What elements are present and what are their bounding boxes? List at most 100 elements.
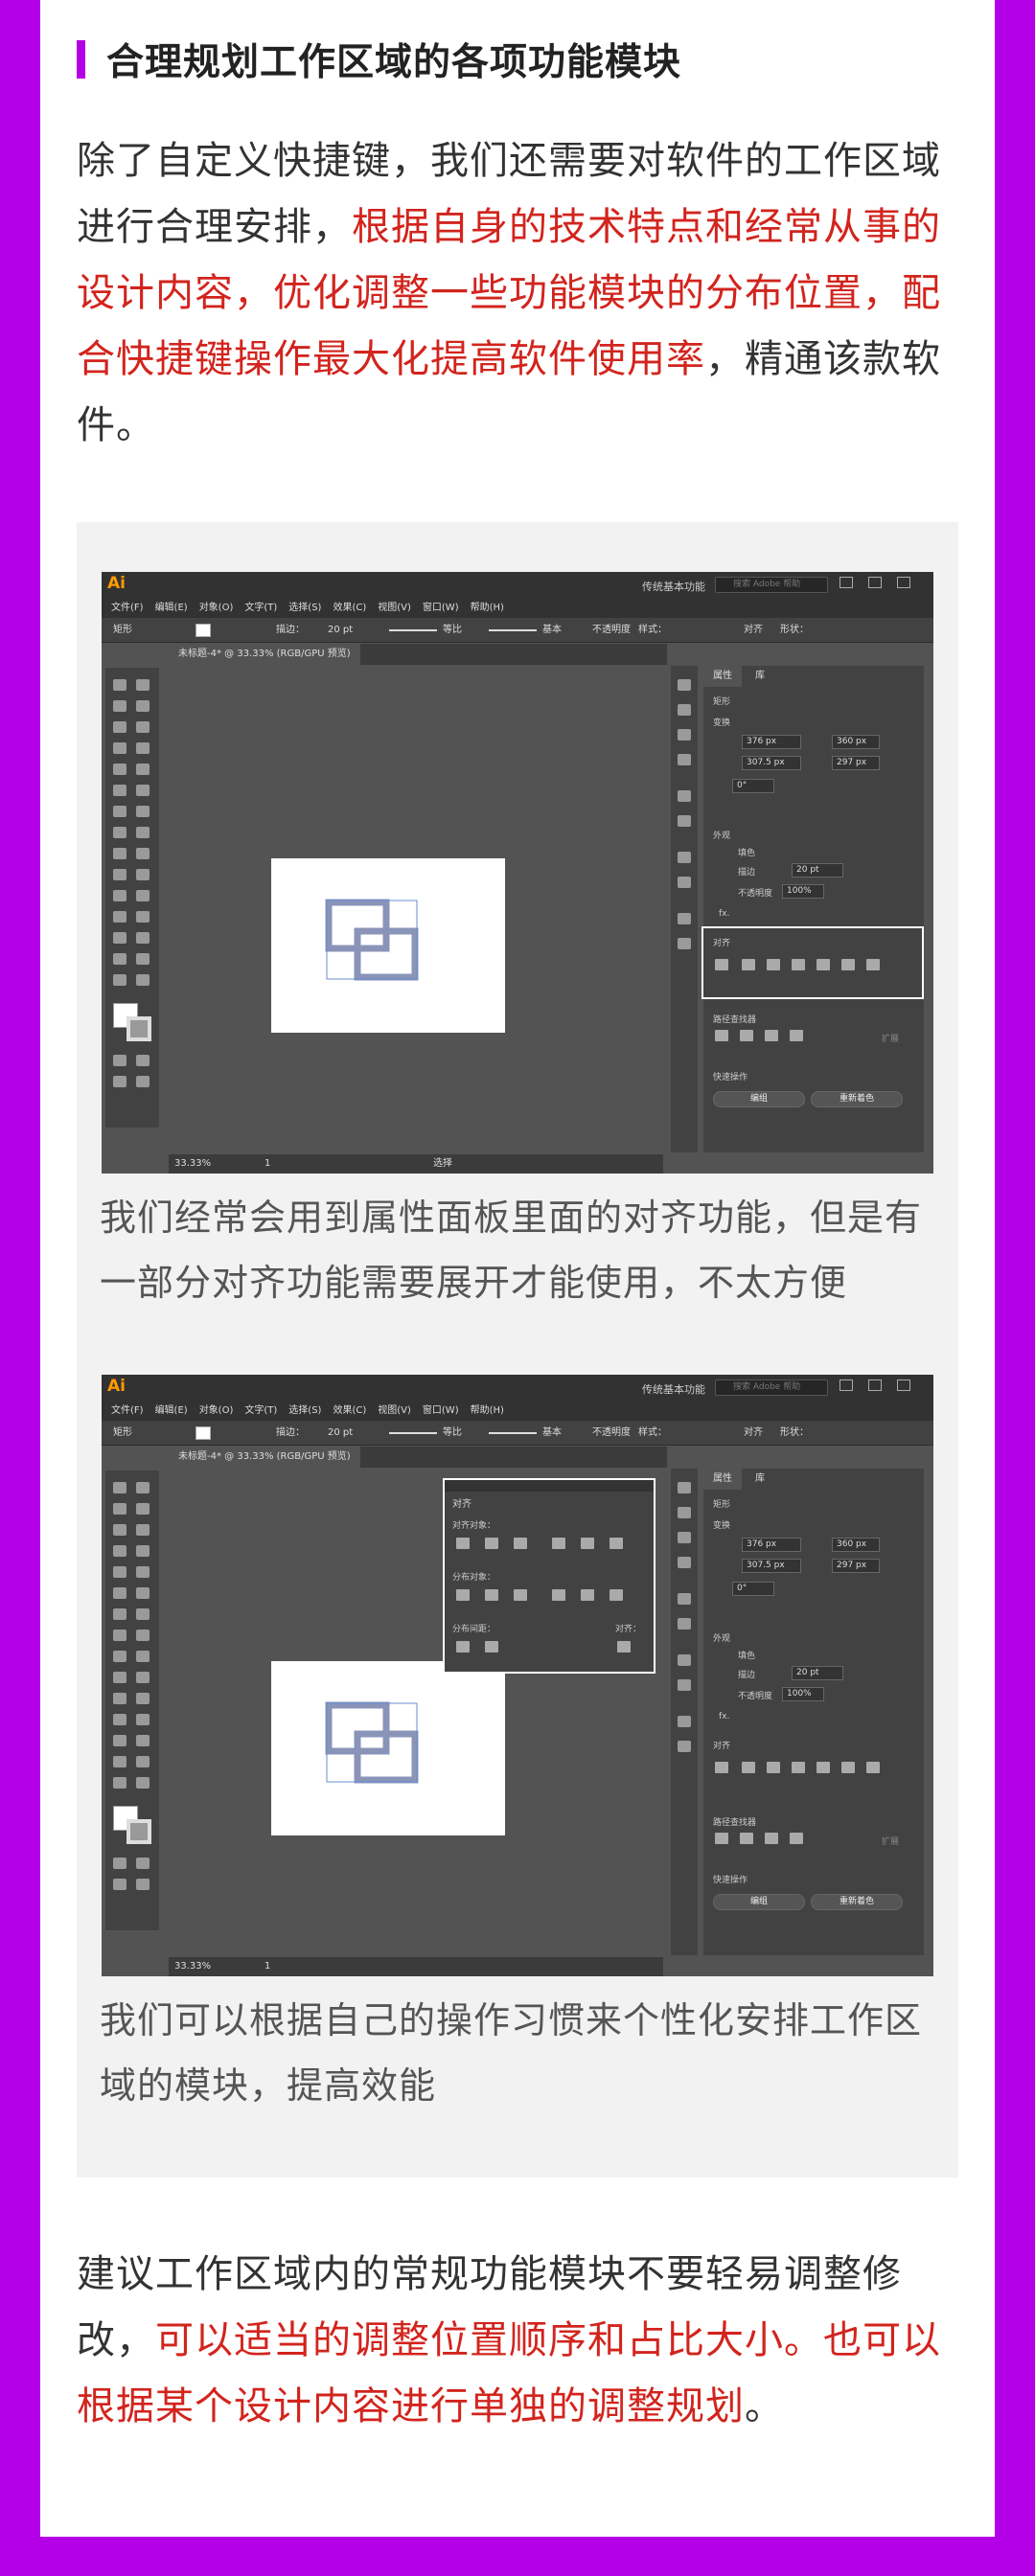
menu-item: 编辑(E) — [154, 603, 188, 613]
ctrl-style: 样式： — [638, 1427, 667, 1438]
workspace-switcher: 传统基本功能 — [642, 1383, 705, 1396]
opacity-label: 不透明度 — [738, 889, 773, 899]
outro-highlight: 可以适当的调整位置顺序和占比大小。也可以根据某个设计内容进行单独的调整规划 — [77, 2318, 941, 2428]
distribute-objects-label: 分布对象： — [452, 1573, 496, 1583]
menu-item: 效果(C) — [333, 1405, 367, 1416]
section-transform: 变换 — [713, 1521, 731, 1531]
zoom-level: 33.33% — [174, 1961, 212, 1972]
opacity-field: 100% — [782, 1687, 824, 1701]
w-field: 360 px — [832, 1538, 880, 1552]
menu-item: 窗口(W) — [422, 603, 459, 613]
heading-text: 合理规划工作区域的各项功能模块 — [106, 41, 682, 84]
brush-line — [489, 629, 537, 631]
tab-libraries: 库 — [755, 1473, 765, 1484]
title-bar: Ai 传统基本功能 搜索 Adobe 帮助 — [102, 572, 933, 599]
stroke-line — [389, 1432, 437, 1434]
h-field: 297 px — [832, 756, 880, 770]
fill-swatch — [196, 624, 211, 637]
expand-label: 扩展 — [882, 1837, 900, 1847]
menu-item: 效果(C) — [333, 603, 367, 613]
section-pathfinder: 路径查找器 — [713, 1818, 757, 1828]
caption-2: 我们可以根据自己的操作习惯来个性化安排工作区域的模块，提高效能 — [100, 1999, 923, 2107]
window-controls — [840, 1379, 926, 1395]
section-align: 对齐 — [713, 939, 731, 948]
expand-label: 扩展 — [882, 1035, 900, 1044]
artboard — [271, 858, 505, 1033]
opacity-field: 100% — [782, 884, 824, 899]
section-rect: 矩形 — [713, 697, 731, 707]
section-transform: 变换 — [713, 718, 731, 728]
menu-bar: 文件(F) 编辑(E) 对象(O) 文字(T) 选择(S) 效果(C) 视图(V… — [102, 599, 933, 618]
ai-logo: Ai — [107, 1377, 126, 1396]
ctrl-stroke-label: 描边： — [276, 625, 305, 635]
page-number: 1 — [264, 1158, 271, 1169]
ctrl-style: 样式： — [638, 625, 667, 635]
panel-icon-column — [671, 1469, 698, 1955]
menu-item: 文件(F) — [111, 1405, 144, 1416]
stroke-line — [389, 629, 437, 631]
status-bar: 33.33% 1 选择 — [169, 1154, 663, 1174]
distribute-spacing-label: 分布间距： — [452, 1625, 496, 1634]
help-search: 搜索 Adobe 帮助 — [715, 577, 828, 593]
align-section-highlight — [702, 926, 924, 999]
section-align: 对齐 — [713, 1742, 731, 1751]
panel-icon-column — [671, 666, 698, 1152]
workspace-switcher: 传统基本功能 — [642, 581, 705, 593]
document-tabs: 未标题-4* @ 33.33% (RGB/GPU 预览) — [169, 644, 667, 665]
ctrl-basic: 基本 — [542, 1427, 562, 1438]
article-page: 合理规划工作区域的各项功能模块 除了自定义快捷键，我们还需要对软件的工作区域进行… — [40, 0, 995, 2537]
recolor-button: 重新着色 — [811, 1091, 903, 1107]
illustrator-screenshot-2: Ai 传统基本功能 搜索 Adobe 帮助 文件(F) 编辑(E) 对象(O) … — [102, 1375, 933, 1976]
menu-item: 文字(T) — [244, 1405, 278, 1416]
menu-item: 对象(O) — [198, 603, 234, 613]
fill-label: 填色 — [738, 849, 756, 858]
ctrl-shape-label: 矩形 — [113, 1427, 132, 1438]
ctrl-opacity: 不透明度 — [592, 625, 631, 635]
menu-item: 文字(T) — [244, 603, 278, 613]
align-panel-title: 对齐 — [452, 1499, 472, 1510]
ctrl-shapes: 形状： — [780, 625, 809, 635]
outro-text-end: 。 — [745, 2384, 784, 2428]
document-tabs: 未标题-4* @ 33.33% (RGB/GPU 预览) — [169, 1447, 667, 1468]
artboard — [271, 1661, 505, 1835]
tab-properties: 属性 — [703, 1469, 742, 1490]
group-button: 编组 — [713, 1894, 805, 1910]
illustrator-screenshot-1: Ai 传统基本功能 搜索 Adobe 帮助 文件(F) 编辑(E) 对象(O) … — [102, 572, 933, 1174]
tab-properties: 属性 — [703, 666, 742, 687]
status-bar: 33.33% 1 — [169, 1957, 663, 1976]
angle-field: 0° — [732, 779, 774, 793]
stroke-field: 20 pt — [792, 1666, 843, 1680]
brush-line — [489, 1432, 537, 1434]
y-field: 307.5 px — [742, 756, 801, 770]
properties-panel: 属性 库 矩形 变换 376 px 360 px 307.5 px 297 px… — [702, 666, 924, 1152]
section-rect: 矩形 — [713, 1500, 731, 1510]
section-pathfinder: 路径查找器 — [713, 1015, 757, 1025]
menu-item: 对象(O) — [198, 1405, 234, 1416]
outro-paragraph: 建议工作区域内的常规功能模块不要轻易调整修改，可以适当的调整位置顺序和占比大小。… — [77, 2242, 958, 2440]
ctrl-basic: 基本 — [542, 625, 562, 635]
menu-item: 帮助(H) — [470, 1405, 504, 1416]
zoom-level: 33.33% — [174, 1158, 212, 1169]
angle-field: 0° — [732, 1582, 774, 1596]
menu-item: 选择(S) — [288, 1405, 322, 1416]
align-to-label: 对齐： — [615, 1625, 642, 1634]
menu-item: 视图(V) — [378, 1405, 411, 1416]
heading-accent-bar — [77, 40, 85, 79]
document-tab: 未标题-4* @ 33.33% (RGB/GPU 预览) — [169, 1447, 360, 1468]
stroke-field: 20 pt — [792, 863, 843, 878]
section-appearance: 外观 — [713, 832, 731, 841]
ctrl-opacity: 不透明度 — [592, 1427, 631, 1438]
control-bar: 矩形 描边： 20 pt 等比 基本 不透明度 样式： 对齐 形状： — [102, 618, 933, 643]
recolor-button: 重新着色 — [811, 1894, 903, 1910]
ctrl-align: 对齐 — [744, 625, 763, 635]
menu-item: 编辑(E) — [154, 1405, 188, 1416]
fx-label: fx. — [719, 909, 730, 919]
x-field: 376 px — [742, 1538, 801, 1552]
menu-bar: 文件(F) 编辑(E) 对象(O) 文字(T) 选择(S) 效果(C) 视图(V… — [102, 1402, 933, 1421]
stroke-label: 描边 — [738, 1671, 756, 1680]
align-objects-label: 对齐对象： — [452, 1521, 496, 1531]
menu-item: 视图(V) — [378, 603, 411, 613]
help-search: 搜索 Adobe 帮助 — [715, 1379, 828, 1396]
ctrl-stroke-value: 20 pt — [328, 625, 354, 635]
fill-swatch — [196, 1426, 211, 1440]
